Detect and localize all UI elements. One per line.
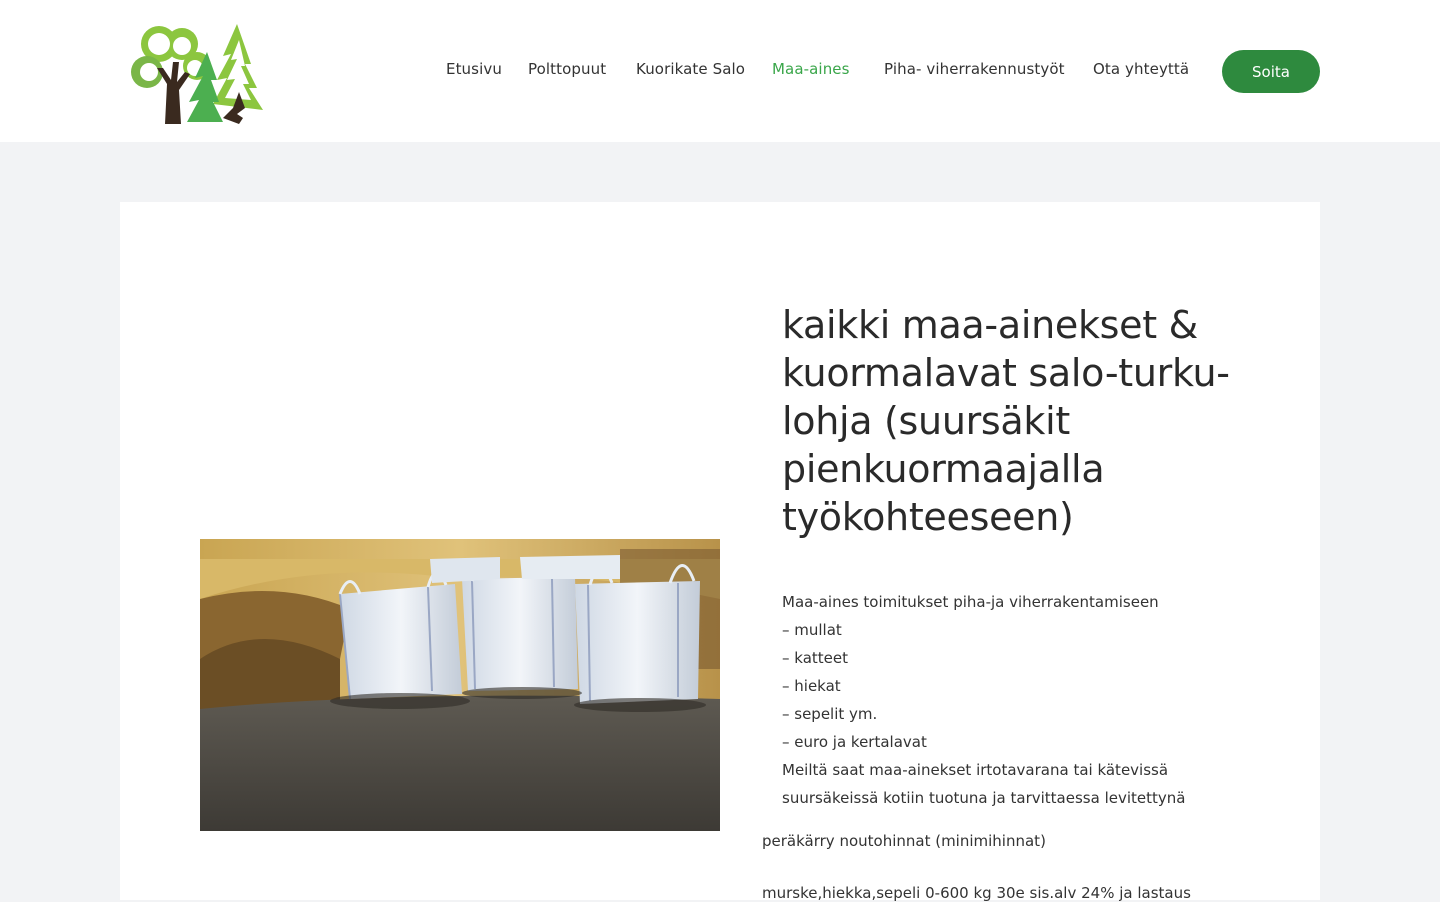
nav-item-piha-viherrakennustyot[interactable]: Piha- viherrakennustyöt xyxy=(884,60,1065,78)
content-card: kaikki maa-ainekset & kuormalavat salo-t… xyxy=(120,202,1320,902)
nav-item-etusivu[interactable]: Etusivu xyxy=(446,60,502,78)
pickup-prices-heading: peräkärry noutohinnat (minimihinnat) xyxy=(762,832,1046,850)
site-logo[interactable] xyxy=(127,22,269,126)
list-item: – mullat xyxy=(782,621,842,639)
nav-item-kuorikate-salo[interactable]: Kuorikate Salo xyxy=(636,60,745,78)
list-item: – katteet xyxy=(782,649,848,667)
intro-closing: Meiltä saat maa-ainekset irtotavarana ta… xyxy=(782,761,1186,807)
nav-item-maa-aines[interactable]: Maa-aines xyxy=(772,60,850,78)
intro-line: Maa-aines toimitukset piha-ja viherraken… xyxy=(782,593,1159,611)
page-title: kaikki maa-ainekset & kuormalavat salo-t… xyxy=(782,303,1230,539)
nav-item-ota-yhteytta[interactable]: Ota yhteyttä xyxy=(1093,60,1189,78)
site-header: Etusivu Polttopuut Kuorikate Salo Maa-ai… xyxy=(0,0,1440,142)
list-item: – hiekat xyxy=(782,677,841,695)
intro-text: Maa-aines toimitukset piha-ja viherraken… xyxy=(782,588,1212,812)
nav-item-polttopuut[interactable]: Polttopuut xyxy=(528,60,606,78)
call-button[interactable]: Soita xyxy=(1222,50,1320,93)
price-line: murske,hiekka,sepeli 0-600 kg 30e sis.al… xyxy=(762,884,1191,902)
list-item: – euro ja kertalavat xyxy=(782,733,927,751)
tree-logo-icon xyxy=(131,24,263,124)
bulk-bags-photo xyxy=(200,539,720,831)
list-item: – sepelit ym. xyxy=(782,705,878,723)
